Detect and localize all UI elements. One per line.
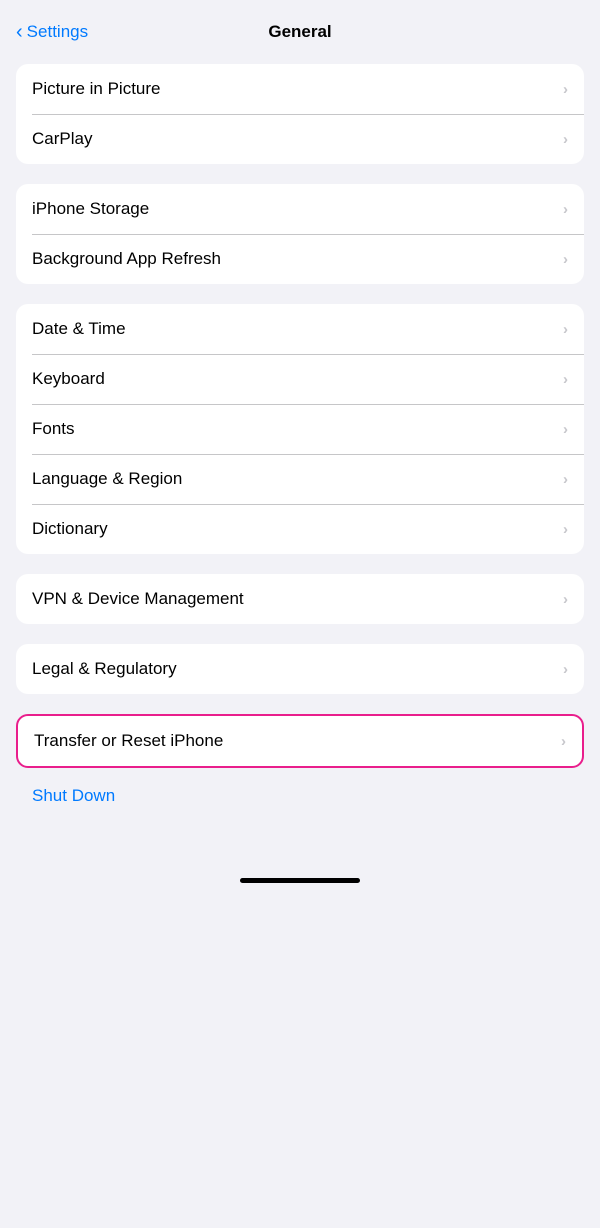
chevron-right-icon: › xyxy=(563,471,568,488)
settings-row-fonts[interactable]: Fonts › xyxy=(16,404,584,454)
home-indicator-container xyxy=(0,868,600,903)
settings-row-transfer-reset[interactable]: Transfer or Reset iPhone › xyxy=(18,716,582,766)
settings-group-1: Picture in Picture › CarPlay › xyxy=(16,64,584,164)
settings-group-transfer-reset: Transfer or Reset iPhone › xyxy=(16,714,584,768)
back-button[interactable]: ‹ Settings xyxy=(16,21,88,44)
chevron-right-icon: › xyxy=(563,201,568,218)
shutdown-button[interactable]: Shut Down xyxy=(32,786,115,805)
settings-group-4: VPN & Device Management › xyxy=(16,574,584,624)
settings-row-dictionary[interactable]: Dictionary › xyxy=(16,504,584,554)
settings-row-carplay[interactable]: CarPlay › xyxy=(16,114,584,164)
chevron-right-icon: › xyxy=(563,131,568,148)
shutdown-container: Shut Down xyxy=(16,772,584,820)
settings-row-legal-regulatory[interactable]: Legal & Regulatory › xyxy=(16,644,584,694)
page-title: General xyxy=(268,22,331,42)
settings-row-keyboard[interactable]: Keyboard › xyxy=(16,354,584,404)
chevron-right-icon: › xyxy=(563,421,568,438)
settings-row-language-region[interactable]: Language & Region › xyxy=(16,454,584,504)
chevron-right-icon: › xyxy=(563,321,568,338)
settings-group-5: Legal & Regulatory › xyxy=(16,644,584,694)
settings-row-background-app-refresh[interactable]: Background App Refresh › xyxy=(16,234,584,284)
navigation-header: ‹ Settings General xyxy=(0,0,600,56)
settings-row-vpn-device-management[interactable]: VPN & Device Management › xyxy=(16,574,584,624)
settings-row-date-time[interactable]: Date & Time › xyxy=(16,304,584,354)
chevron-right-icon: › xyxy=(563,81,568,98)
chevron-right-icon: › xyxy=(563,251,568,268)
chevron-right-icon: › xyxy=(563,371,568,388)
settings-content: Picture in Picture › CarPlay › iPhone St… xyxy=(0,56,600,848)
settings-group-2: iPhone Storage › Background App Refresh … xyxy=(16,184,584,284)
home-indicator-bar xyxy=(240,878,360,883)
chevron-right-icon: › xyxy=(563,661,568,678)
chevron-right-icon: › xyxy=(563,591,568,608)
settings-group-3: Date & Time › Keyboard › Fonts › Languag… xyxy=(16,304,584,554)
settings-row-iphone-storage[interactable]: iPhone Storage › xyxy=(16,184,584,234)
back-label: Settings xyxy=(27,22,88,42)
chevron-left-icon: ‹ xyxy=(16,21,23,44)
settings-row-picture-in-picture[interactable]: Picture in Picture › xyxy=(16,64,584,114)
chevron-right-icon: › xyxy=(561,733,566,750)
chevron-right-icon: › xyxy=(563,521,568,538)
